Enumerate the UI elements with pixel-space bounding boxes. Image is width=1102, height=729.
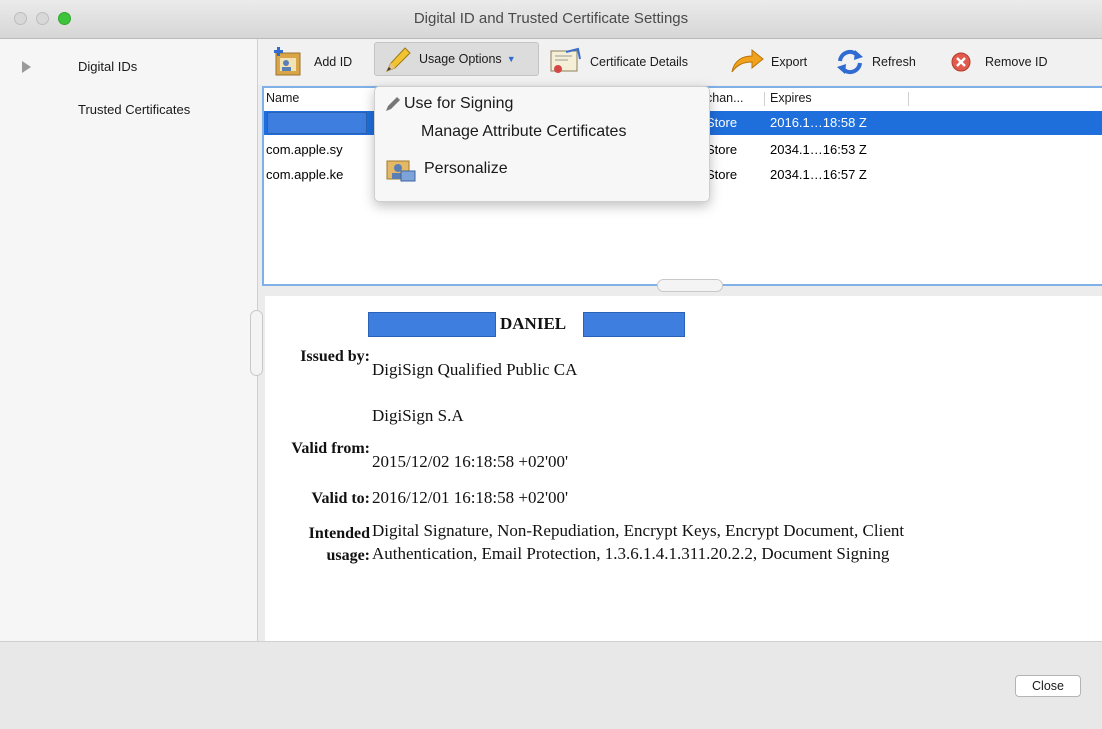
column-header-keychain[interactable]: chan... bbox=[706, 91, 744, 105]
window-title: Digital ID and Trusted Certificate Setti… bbox=[413, 10, 689, 27]
sidebar-item-trusted-certificates[interactable]: Trusted Certificates bbox=[78, 102, 190, 117]
add-id-icon bbox=[274, 47, 301, 76]
keychain-cell: Store bbox=[706, 115, 738, 130]
personalize-icon bbox=[386, 160, 416, 182]
export-button[interactable]: Export bbox=[729, 45, 807, 79]
certificate-details-button[interactable]: Certificate Details bbox=[548, 45, 688, 79]
refresh-button[interactable]: Refresh bbox=[834, 45, 916, 79]
expires-cell: 2034.1…16:57 Z bbox=[770, 167, 867, 182]
intended-usage-line1: Digital Signature, Non-Repudiation, Encr… bbox=[372, 521, 905, 540]
title-bar: Digital ID and Trusted Certificate Setti… bbox=[0, 0, 1102, 39]
redaction-box bbox=[368, 312, 496, 337]
valid-from-value: 2015/12/02 16:18:58 +02'00' bbox=[372, 452, 569, 471]
redaction-box bbox=[267, 112, 367, 134]
menu-item-personalize[interactable]: Personalize bbox=[383, 155, 508, 183]
vertical-split-handle[interactable] bbox=[250, 310, 263, 376]
valid-to-label: Valid to: bbox=[311, 490, 370, 507]
add-id-label: Add ID bbox=[314, 55, 353, 69]
issued-by-line1: DigiSign Qualified Public CA bbox=[372, 360, 578, 379]
valid-to-value: 2016/12/01 16:18:58 +02'00' bbox=[372, 488, 569, 507]
footer-bar bbox=[0, 641, 1102, 729]
certificate-icon bbox=[550, 47, 581, 73]
redaction-box bbox=[583, 312, 685, 337]
column-divider bbox=[764, 92, 765, 106]
sidebar-item-digital-ids[interactable]: Digital IDs bbox=[78, 59, 137, 74]
add-id-button[interactable]: Add ID bbox=[272, 45, 352, 79]
remove-icon bbox=[951, 52, 971, 72]
usage-options-label: Usage Options bbox=[419, 52, 502, 66]
menu-item-manage-attribute-certificates[interactable]: Manage Attribute Certificates bbox=[421, 123, 626, 141]
column-header-expires[interactable]: Expires bbox=[770, 91, 812, 105]
refresh-label: Refresh bbox=[872, 55, 916, 69]
certificate-details-label: Certificate Details bbox=[590, 55, 688, 69]
refresh-icon bbox=[837, 49, 863, 75]
intended-usage-label: Intended usage: bbox=[308, 525, 370, 564]
column-header-name[interactable]: Name bbox=[266, 91, 299, 105]
pencil-icon bbox=[386, 97, 400, 111]
keychain-cell: Store bbox=[706, 142, 738, 157]
pencil-icon bbox=[385, 47, 411, 72]
close-button[interactable]: Close bbox=[1015, 675, 1081, 697]
name-cell: com.apple.sy bbox=[266, 142, 343, 157]
expires-cell: 2016.1…18:58 Z bbox=[770, 115, 867, 130]
usage-options-button[interactable]: Usage Options ▼ bbox=[374, 42, 539, 76]
name-cell: com.apple.ke bbox=[266, 167, 344, 182]
sidebar: Digital IDs Trusted Certificates bbox=[0, 39, 258, 641]
chevron-down-icon: ▼ bbox=[506, 54, 516, 64]
export-label: Export bbox=[771, 55, 808, 69]
menu-item-use-for-signing[interactable]: Use for Signing bbox=[385, 95, 513, 113]
intended-usage-line2: Authentication, Email Protection, 1.3.6.… bbox=[372, 544, 890, 563]
horizontal-split-handle[interactable] bbox=[657, 279, 723, 292]
remove-id-button[interactable]: Remove ID bbox=[947, 45, 1048, 79]
expires-cell: 2034.1…16:53 Z bbox=[770, 142, 867, 157]
subject-name: DANIEL bbox=[500, 314, 567, 333]
issued-by-label: Issued by: bbox=[300, 348, 370, 365]
usage-options-menu: Use for Signing Manage Attribute Certifi… bbox=[374, 86, 710, 202]
issued-by-line2: DigiSign S.A bbox=[372, 406, 464, 425]
remove-id-label: Remove ID bbox=[985, 55, 1048, 69]
valid-from-label: Valid from: bbox=[291, 440, 370, 457]
keychain-cell: Store bbox=[706, 167, 738, 182]
column-divider bbox=[908, 92, 909, 106]
export-arrow-icon bbox=[731, 48, 764, 73]
disclosure-triangle-icon[interactable] bbox=[22, 61, 31, 73]
